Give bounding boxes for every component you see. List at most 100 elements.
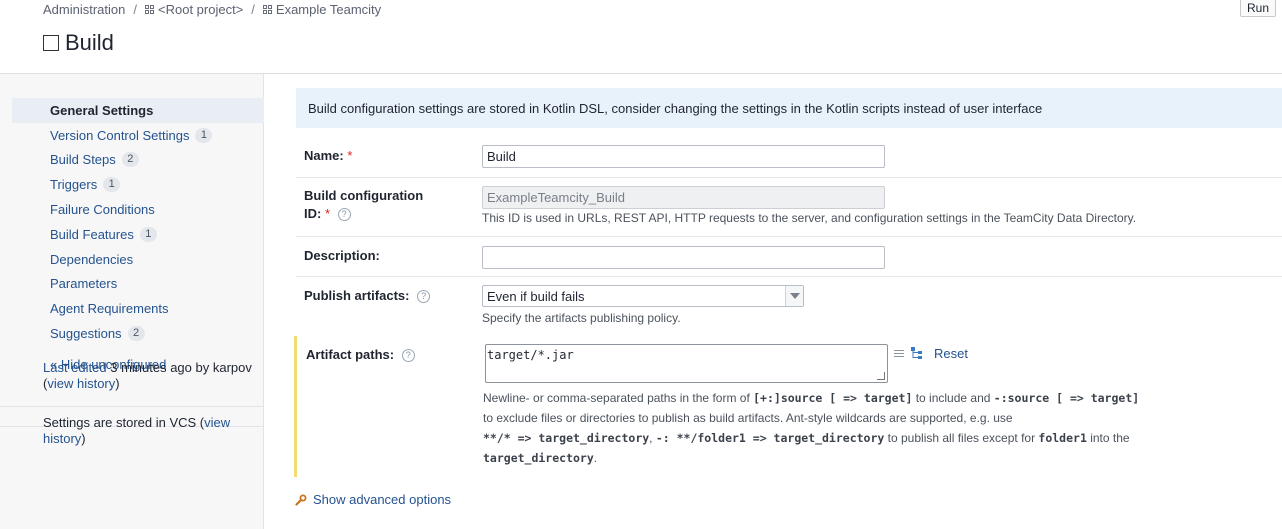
- config-id-label: Build configuration ID: * ?: [304, 187, 423, 223]
- hint-code: target_directory: [483, 451, 594, 465]
- sidebar-item-label: Build Features: [50, 226, 134, 242]
- last-edited-info: Last edited 3 minutes ago by karpov (vie…: [43, 360, 252, 391]
- sidebar: General Settings Version Control Setting…: [0, 74, 264, 529]
- publish-artifacts-selected: Even if build fails: [487, 288, 585, 304]
- hint-text: ,: [649, 431, 656, 445]
- last-edited-time: 3 minutes ago by karpov: [110, 360, 252, 375]
- view-history-link[interactable]: view history: [47, 376, 115, 391]
- sidebar-nav: General Settings Version Control Setting…: [12, 98, 264, 346]
- sidebar-item-label: Agent Requirements: [50, 301, 169, 317]
- description-label: Description:: [304, 248, 380, 263]
- artifact-paths-hint: Newline- or comma-separated paths in the…: [483, 388, 1139, 468]
- sidebar-item-triggers[interactable]: Triggers 1: [12, 172, 264, 197]
- description-input[interactable]: [482, 246, 885, 269]
- sidebar-divider: [0, 406, 263, 407]
- help-icon[interactable]: ?: [417, 290, 431, 304]
- breadcrumb-separator: /: [251, 2, 255, 17]
- show-advanced-options[interactable]: Show advanced options: [295, 492, 451, 507]
- breadcrumb: Administration / <Root project> / Exampl…: [43, 2, 381, 17]
- sidebar-item-dependencies[interactable]: Dependencies: [12, 247, 264, 272]
- page-title-text: Build: [65, 30, 114, 55]
- last-edited-link[interactable]: Last edited: [43, 360, 107, 375]
- sidebar-item-agent-requirements[interactable]: Agent Requirements: [12, 296, 264, 321]
- sidebar-item-label: Triggers: [50, 177, 98, 193]
- publish-artifacts-label-text: Publish artifacts:: [304, 288, 410, 303]
- required-marker: *: [347, 148, 353, 163]
- hint-code: [+:]source [ => target]: [753, 391, 913, 405]
- resize-grip-icon[interactable]: [877, 372, 885, 380]
- name-label: Name: *: [304, 147, 352, 165]
- artifact-paths-textarea[interactable]: target/*.jar: [485, 344, 888, 383]
- breadcrumb-administration[interactable]: Administration: [43, 2, 125, 17]
- sidebar-item-label: Failure Conditions: [50, 202, 155, 218]
- sidebar-item-label: Parameters: [50, 276, 118, 292]
- hint-text: Newline- or comma-separated paths in the…: [483, 391, 754, 405]
- artifact-paths-value: target/*.jar: [487, 348, 574, 362]
- dropdown-arrow-icon[interactable]: [785, 286, 803, 306]
- help-icon[interactable]: ?: [337, 208, 351, 222]
- hint-text: .: [593, 451, 598, 465]
- sidebar-item-label: Dependencies: [50, 251, 134, 267]
- config-id-row: Build configuration ID: * ? ExampleTeamc…: [296, 178, 1282, 237]
- breadcrumb-example-teamcity-label[interactable]: Example Teamcity: [276, 2, 381, 17]
- reset-link[interactable]: Reset: [934, 346, 968, 361]
- help-icon[interactable]: ?: [401, 349, 415, 363]
- project-icon: [145, 4, 155, 15]
- kotlin-dsl-banner: Build configuration settings are stored …: [296, 88, 1282, 128]
- sidebar-item-parameters[interactable]: Parameters: [12, 272, 264, 297]
- count-badge: 2: [127, 326, 145, 342]
- sidebar-item-build-features[interactable]: Build Features 1: [12, 222, 264, 247]
- hint-code: -: **/folder1 => target_directory: [655, 431, 885, 445]
- breadcrumb-separator: /: [133, 2, 137, 17]
- sidebar-item-suggestions[interactable]: Suggestions 2: [12, 321, 264, 346]
- sidebar-item-label: General Settings: [50, 102, 154, 118]
- list-icon[interactable]: [894, 350, 904, 359]
- build-config-icon: [43, 35, 59, 51]
- description-row: Description:: [296, 237, 1282, 277]
- sidebar-item-version-control-settings[interactable]: Version Control Settings 1: [12, 123, 264, 148]
- count-badge: 2: [121, 152, 139, 168]
- name-input[interactable]: Build: [482, 145, 885, 168]
- hint-text: into the: [1086, 431, 1130, 445]
- artifact-paths-label-text: Artifact paths:: [306, 347, 395, 362]
- sidebar-item-label: Suggestions: [50, 326, 122, 342]
- config-id-hint: This ID is used in URLs, REST API, HTTP …: [482, 211, 1137, 225]
- artifact-paths-row: Artifact paths: ? target/*.jar Reset New…: [294, 336, 1282, 477]
- breadcrumb-root-project-label[interactable]: <Root project>: [158, 2, 243, 17]
- config-id-label-line1: Build configuration: [304, 188, 424, 203]
- publish-artifacts-label: Publish artifacts: ?: [304, 287, 431, 305]
- config-id-input: ExampleTeamcity_Build: [482, 186, 885, 209]
- breadcrumb-root-project[interactable]: <Root project>: [145, 2, 243, 17]
- breadcrumb-example-teamcity[interactable]: Example Teamcity: [262, 2, 381, 17]
- hint-code: -:source [ => target]: [993, 391, 1140, 405]
- publish-artifacts-row: Publish artifacts: ? Even if build fails…: [296, 277, 1282, 333]
- page-title: Build: [43, 30, 114, 56]
- name-row: Name: * Build: [296, 138, 1282, 178]
- hint-text: to publish all files except for: [884, 431, 1039, 445]
- count-badge: 1: [195, 127, 213, 143]
- sidebar-item-general-settings[interactable]: General Settings: [12, 98, 264, 123]
- sidebar-item-label: Build Steps: [50, 152, 116, 168]
- vcs-note-text: Settings are stored in VCS (: [43, 415, 205, 430]
- tree-browser-icon[interactable]: [910, 346, 924, 361]
- wrench-icon: [295, 494, 307, 506]
- run-button[interactable]: Run: [1240, 0, 1276, 17]
- sidebar-item-failure-conditions[interactable]: Failure Conditions: [12, 197, 264, 222]
- hint-text: to exclude files or directories to publi…: [483, 411, 1013, 425]
- project-icon: [262, 4, 273, 15]
- count-badge: 1: [103, 177, 121, 193]
- vcs-note-suffix: ): [81, 431, 86, 446]
- sidebar-item-build-steps[interactable]: Build Steps 2: [12, 148, 264, 173]
- show-advanced-options-label: Show advanced options: [313, 492, 452, 507]
- vcs-note: Settings are stored in VCS (view history…: [43, 415, 258, 447]
- sidebar-item-label: Version Control Settings: [50, 127, 190, 143]
- hint-code: **/* => target_directory: [483, 431, 650, 445]
- publish-artifacts-select[interactable]: Even if build fails: [482, 285, 804, 307]
- hint-code: folder1: [1038, 431, 1087, 445]
- name-label-text: Name:: [304, 148, 344, 163]
- count-badge: 1: [139, 226, 157, 242]
- hint-text: to include and: [912, 391, 994, 405]
- config-id-label-line2: ID:: [304, 206, 322, 221]
- publish-artifacts-hint: Specify the artifacts publishing policy.: [482, 311, 681, 325]
- required-marker: *: [324, 206, 331, 221]
